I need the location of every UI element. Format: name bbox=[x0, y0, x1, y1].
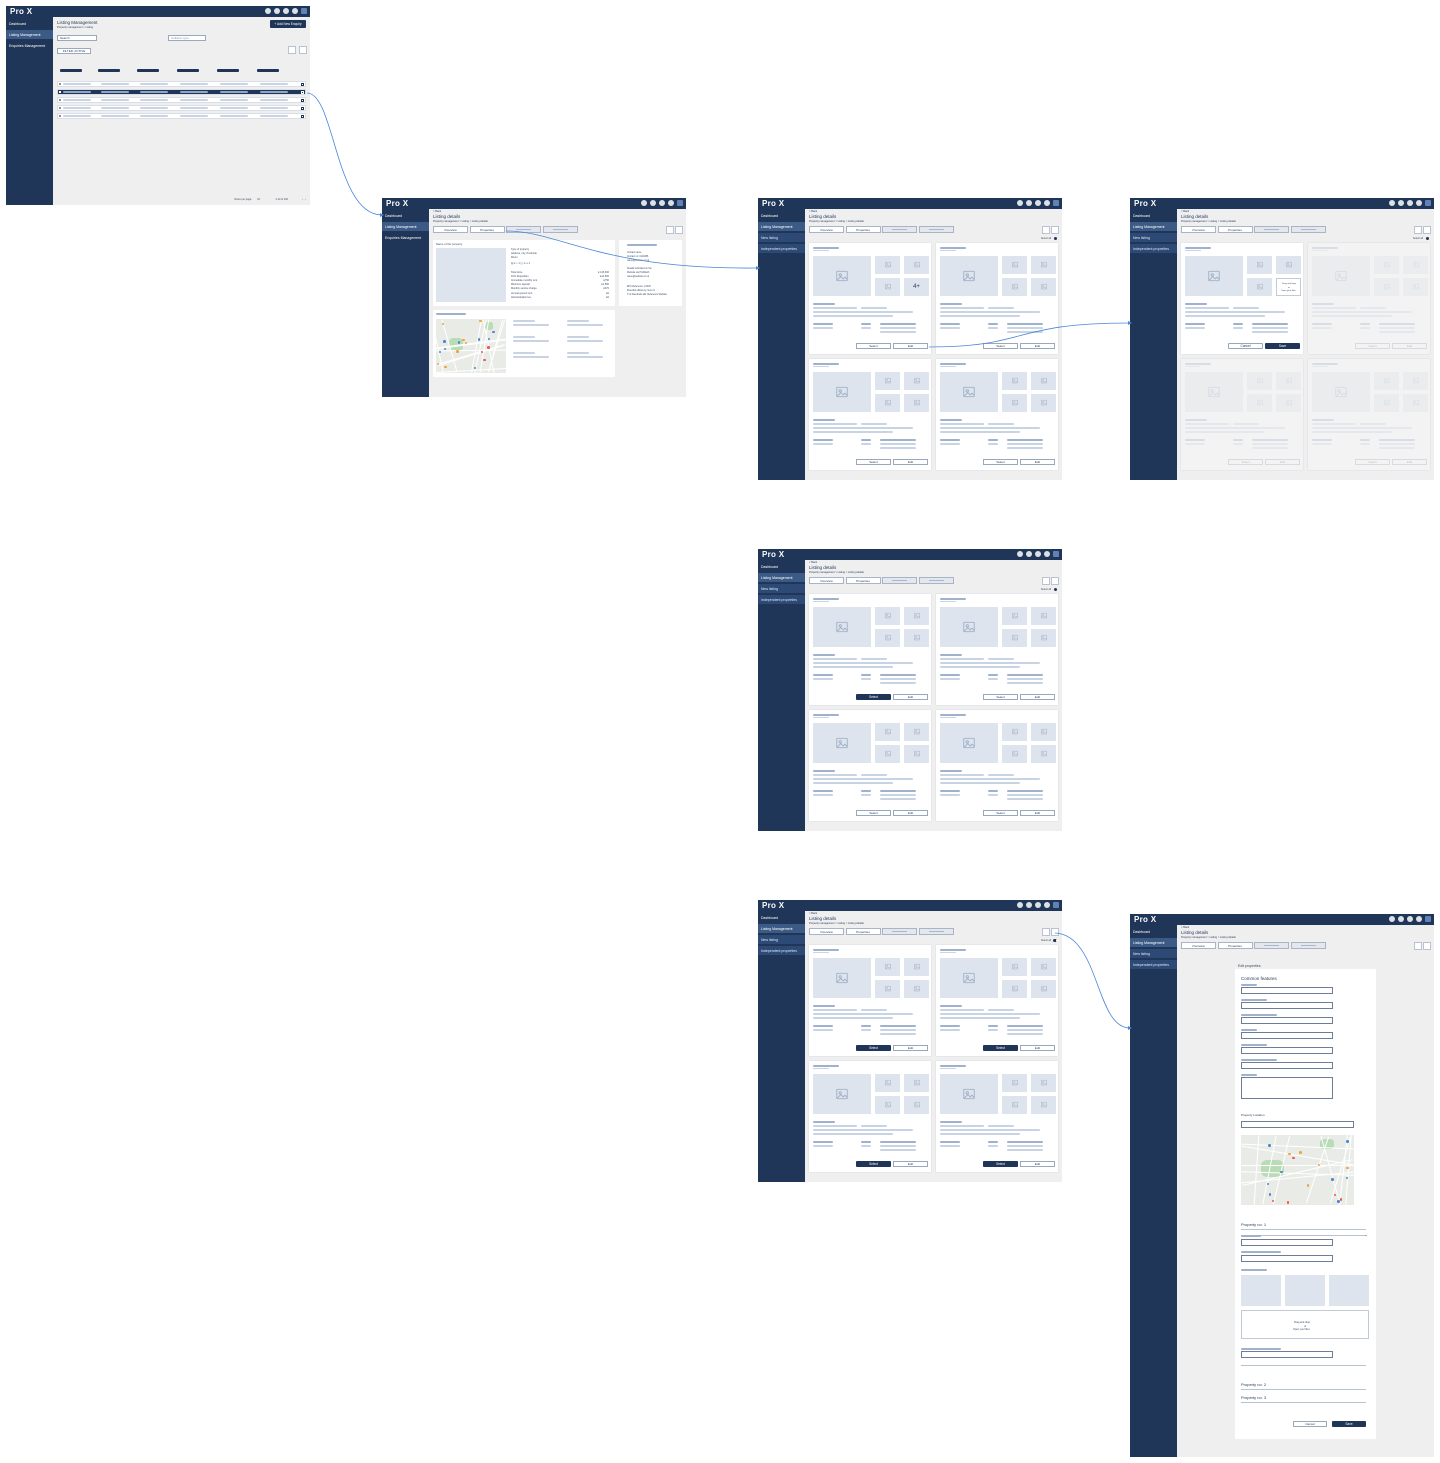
flow-arrow bbox=[306, 92, 383, 216]
flow-arrow bbox=[928, 322, 1131, 348]
arrow-head-icon bbox=[1128, 1026, 1132, 1030]
arrow-head-icon bbox=[380, 213, 384, 217]
flow-connectors bbox=[306, 92, 1132, 1030]
flow-canvas: Pro X Dashboard Listing Management Enqui… bbox=[0, 0, 1440, 1463]
arrow-head-icon bbox=[756, 266, 760, 270]
flow-arrow bbox=[505, 230, 759, 269]
arrow-head-icon bbox=[1128, 321, 1132, 325]
flow-arrow bbox=[1054, 932, 1131, 1029]
